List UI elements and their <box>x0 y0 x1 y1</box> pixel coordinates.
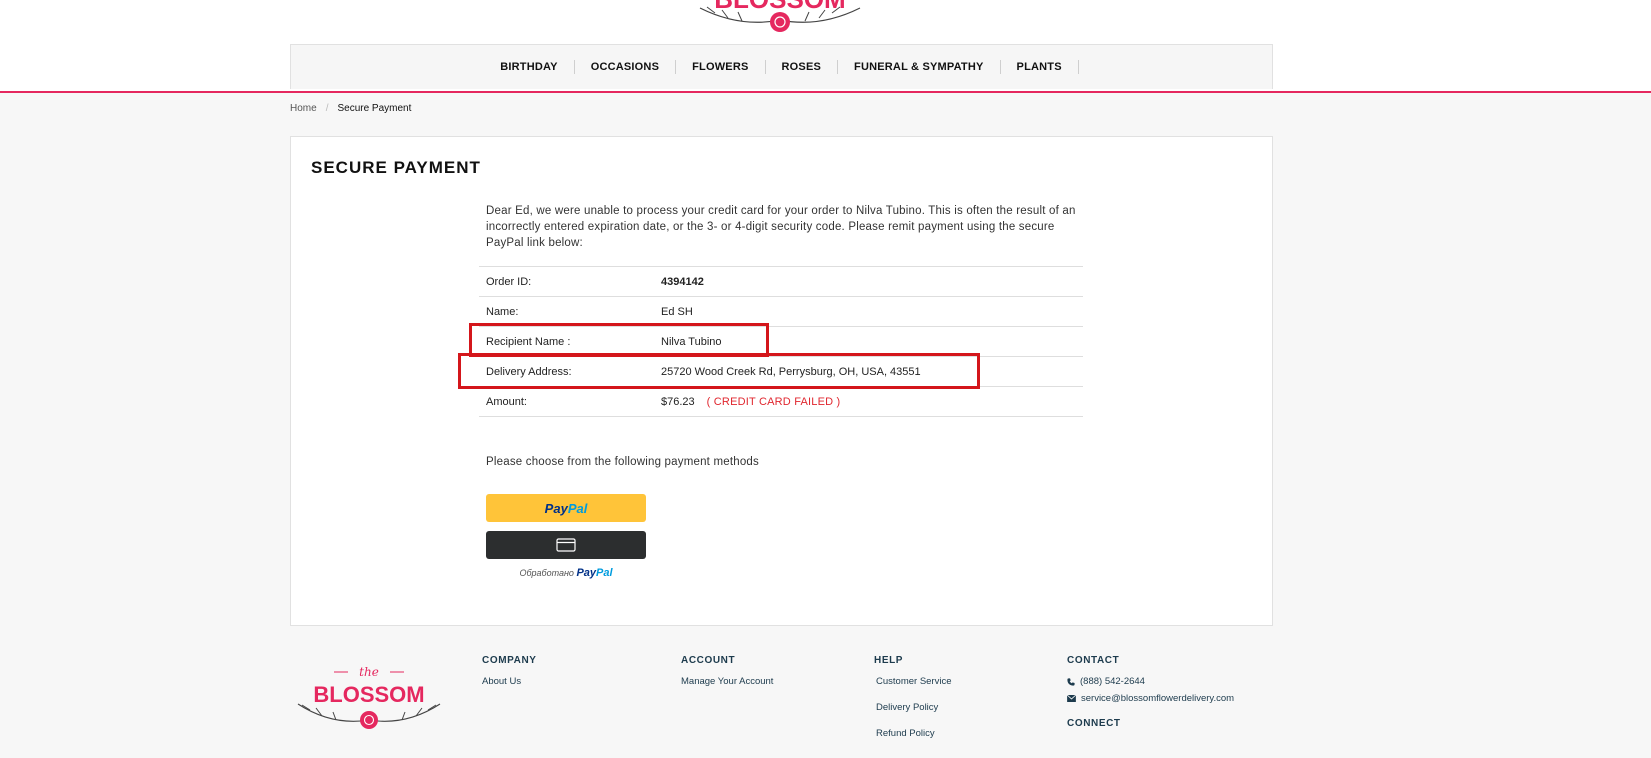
footer-link-customer-service[interactable]: Customer Service <box>876 676 952 687</box>
footer-account-heading: ACCOUNT <box>681 655 736 666</box>
credit-card-failed-status: ( CREDIT CARD FAILED ) <box>706 395 841 408</box>
name-value: Ed SH <box>654 296 1083 327</box>
secure-payment-panel: SECURE PAYMENT Dear Ed, we were unable t… <box>290 136 1273 626</box>
payment-methods-prompt: Please choose from the following payment… <box>486 456 759 468</box>
table-row: Amount: $76.23 ( CREDIT CARD FAILED ) <box>479 386 1083 417</box>
paypal-small-logo-pal: Pal <box>596 567 613 579</box>
footer-link-delivery-policy[interactable]: Delivery Policy <box>876 702 952 713</box>
nav-item-roses[interactable]: ROSES <box>766 60 839 74</box>
footer-logo[interactable]: the BLOSSOM <box>292 662 446 732</box>
footer-logo-the: the <box>359 665 379 679</box>
footer-email[interactable]: service@blossomflowerdelivery.com <box>1067 693 1234 704</box>
breadcrumb-home-link[interactable]: Home <box>290 103 317 114</box>
highlight-box-address <box>458 353 980 389</box>
amount-cell: $76.23 ( CREDIT CARD FAILED ) <box>654 386 1083 417</box>
top-logo[interactable]: BLOSSOM <box>680 0 880 42</box>
main-nav: BIRTHDAY OCCASIONS FLOWERS ROSES FUNERAL… <box>290 44 1273 89</box>
order-id-label: Order ID: <box>479 266 654 297</box>
amount-value: $76.23 <box>661 395 695 408</box>
order-id-value: 4394142 <box>654 266 1083 297</box>
footer-help-column: HELP Customer Service Delivery Policy Re… <box>874 655 952 754</box>
paypal-logo-pal: Pal <box>567 500 588 516</box>
footer-contact-heading: CONTACT <box>1067 655 1120 666</box>
paypal-small-logo: PayPal <box>576 567 612 579</box>
paypal-logo-pay: Pay <box>544 500 568 516</box>
top-logo-text: BLOSSOM <box>714 0 845 14</box>
footer-link-manage-account[interactable]: Manage Your Account <box>681 676 773 687</box>
breadcrumb-current: Secure Payment <box>337 103 412 114</box>
payment-failed-message: Dear Ed, we were unable to process your … <box>486 205 1076 249</box>
powered-by-text: Обработано <box>519 568 574 578</box>
paypal-logo: PayPal <box>545 501 588 516</box>
nav-item-funeral-sympathy[interactable]: FUNERAL & SYMPATHY <box>838 60 1001 74</box>
envelope-icon <box>1067 695 1076 702</box>
phone-icon <box>1067 677 1075 686</box>
page-title: SECURE PAYMENT <box>311 158 481 177</box>
footer-connect-heading: CONNECT <box>1067 718 1121 729</box>
powered-by-paypal: Обработано PayPal <box>486 567 646 579</box>
nav-item-plants[interactable]: PLANTS <box>1001 60 1079 74</box>
footer-phone-number: (888) 542-2644 <box>1080 676 1145 687</box>
debit-credit-card-button[interactable] <box>486 531 646 559</box>
highlight-box-recipient <box>469 323 769 357</box>
nav-item-birthday[interactable]: BIRTHDAY <box>484 60 575 74</box>
footer-help-heading: HELP <box>874 655 904 666</box>
nav-item-flowers[interactable]: FLOWERS <box>676 60 766 74</box>
credit-card-icon <box>556 538 576 552</box>
paypal-button[interactable]: PayPal <box>486 494 646 522</box>
breadcrumb-separator: / <box>325 103 329 114</box>
footer-company-column: COMPANY About Us <box>482 655 537 702</box>
name-label: Name: <box>479 296 654 327</box>
footer-email-address: service@blossomflowerdelivery.com <box>1081 693 1235 704</box>
paypal-small-logo-pay: Pay <box>576 567 597 579</box>
nav-item-occasions[interactable]: OCCASIONS <box>575 60 677 74</box>
footer-phone[interactable]: (888) 542-2644 <box>1067 676 1234 687</box>
breadcrumb: Home / Secure Payment <box>290 103 411 114</box>
table-row: Order ID: 4394142 <box>479 266 1083 297</box>
footer-account-column: ACCOUNT Manage Your Account <box>681 655 773 702</box>
footer-link-about-us[interactable]: About Us <box>482 676 537 687</box>
footer-company-heading: COMPANY <box>482 655 537 666</box>
footer-logo-name: BLOSSOM <box>313 682 424 707</box>
table-row: Name: Ed SH <box>479 296 1083 327</box>
site-header: BLOSSOM BIRTHDAY OCCASIONS FLOWERS ROSES… <box>0 0 1651 93</box>
amount-label: Amount: <box>479 386 654 417</box>
footer-link-refund-policy[interactable]: Refund Policy <box>876 728 952 739</box>
footer-contact-column: CONTACT (888) 542-2644 service@blossomfl… <box>1067 655 1234 739</box>
